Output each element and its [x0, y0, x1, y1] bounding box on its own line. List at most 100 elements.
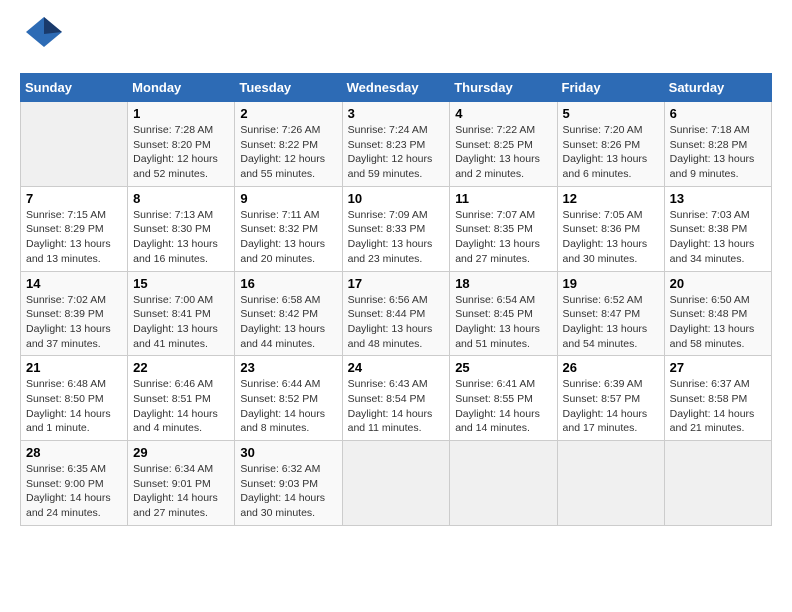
col-header-monday: Monday: [128, 74, 235, 102]
day-info: Sunrise: 7:20 AM Sunset: 8:26 PM Dayligh…: [563, 123, 659, 182]
day-info: Sunrise: 7:02 AM Sunset: 8:39 PM Dayligh…: [26, 293, 122, 352]
day-number: 4: [455, 106, 551, 121]
day-cell: 18 Sunrise: 6:54 AM Sunset: 8:45 PM Dayli…: [450, 271, 557, 356]
day-number: 19: [563, 276, 659, 291]
day-number: 21: [26, 360, 122, 375]
day-number: 18: [455, 276, 551, 291]
day-cell: 1Sunrise: 7:28 AM Sunset: 8:20 PM Daylig…: [128, 102, 235, 187]
day-cell: 5 Sunrise: 7:20 AM Sunset: 8:26 PM Daylig…: [557, 102, 664, 187]
col-header-wednesday: Wednesday: [342, 74, 450, 102]
day-info: Sunrise: 6:43 AM Sunset: 8:54 PM Dayligh…: [348, 377, 445, 436]
day-info: Sunrise: 7:05 AM Sunset: 8:36 PM Dayligh…: [563, 208, 659, 267]
day-info: Sunrise: 7:11 AM Sunset: 8:32 PM Dayligh…: [240, 208, 336, 267]
day-cell: 11 Sunrise: 7:07 AM Sunset: 8:35 PM Dayli…: [450, 186, 557, 271]
day-info: Sunrise: 6:54 AM Sunset: 8:45 PM Dayligh…: [455, 293, 551, 352]
day-number: 6: [670, 106, 766, 121]
day-number: 13: [670, 191, 766, 206]
calendar-table: SundayMondayTuesdayWednesdayThursdayFrid…: [20, 73, 772, 526]
day-cell: 21Sunrise: 6:48 AM Sunset: 8:50 PM Dayli…: [21, 356, 128, 441]
logo-icon: [24, 12, 64, 57]
day-cell: 24 Sunrise: 6:43 AM Sunset: 8:54 PM Dayli…: [342, 356, 450, 441]
day-number: 25: [455, 360, 551, 375]
day-number: 22: [133, 360, 229, 375]
logo: [20, 20, 64, 57]
day-number: 20: [670, 276, 766, 291]
day-info: Sunrise: 6:58 AM Sunset: 8:42 PM Dayligh…: [240, 293, 336, 352]
day-cell: 2 Sunrise: 7:26 AM Sunset: 8:22 PM Daylig…: [235, 102, 342, 187]
page-header: [20, 20, 772, 57]
col-header-sunday: Sunday: [21, 74, 128, 102]
day-number: 15: [133, 276, 229, 291]
day-info: Sunrise: 7:24 AM Sunset: 8:23 PM Dayligh…: [348, 123, 445, 182]
day-cell: 25 Sunrise: 6:41 AM Sunset: 8:55 PM Dayli…: [450, 356, 557, 441]
day-cell: 16 Sunrise: 6:58 AM Sunset: 8:42 PM Dayli…: [235, 271, 342, 356]
col-header-friday: Friday: [557, 74, 664, 102]
day-cell: 29 Sunrise: 6:34 AM Sunset: 9:01 PM Dayli…: [128, 441, 235, 526]
day-info: Sunrise: 7:03 AM Sunset: 8:38 PM Dayligh…: [670, 208, 766, 267]
week-row-4: 21Sunrise: 6:48 AM Sunset: 8:50 PM Dayli…: [21, 356, 772, 441]
day-number: 23: [240, 360, 336, 375]
day-info: Sunrise: 6:41 AM Sunset: 8:55 PM Dayligh…: [455, 377, 551, 436]
day-cell: [342, 441, 450, 526]
day-cell: 10Sunrise: 7:09 AM Sunset: 8:33 PM Dayli…: [342, 186, 450, 271]
week-row-5: 28 Sunrise: 6:35 AM Sunset: 9:00 PM Dayli…: [21, 441, 772, 526]
day-cell: 6 Sunrise: 7:18 AM Sunset: 8:28 PM Daylig…: [664, 102, 771, 187]
logo-text-block: [20, 20, 64, 57]
day-number: 24: [348, 360, 445, 375]
day-number: 2: [240, 106, 336, 121]
day-number: 3: [348, 106, 445, 121]
day-info: Sunrise: 7:26 AM Sunset: 8:22 PM Dayligh…: [240, 123, 336, 182]
day-info: Sunrise: 7:18 AM Sunset: 8:28 PM Dayligh…: [670, 123, 766, 182]
day-number: 17: [348, 276, 445, 291]
day-cell: 13 Sunrise: 7:03 AM Sunset: 8:38 PM Dayli…: [664, 186, 771, 271]
day-cell: 4Sunrise: 7:22 AM Sunset: 8:25 PM Daylig…: [450, 102, 557, 187]
day-cell: 3 Sunrise: 7:24 AM Sunset: 8:23 PM Daylig…: [342, 102, 450, 187]
day-info: Sunrise: 6:46 AM Sunset: 8:51 PM Dayligh…: [133, 377, 229, 436]
day-number: 29: [133, 445, 229, 460]
day-cell: 28 Sunrise: 6:35 AM Sunset: 9:00 PM Dayli…: [21, 441, 128, 526]
day-cell: 30Sunrise: 6:32 AM Sunset: 9:03 PM Dayli…: [235, 441, 342, 526]
day-number: 5: [563, 106, 659, 121]
day-info: Sunrise: 6:52 AM Sunset: 8:47 PM Dayligh…: [563, 293, 659, 352]
day-info: Sunrise: 6:56 AM Sunset: 8:44 PM Dayligh…: [348, 293, 445, 352]
day-info: Sunrise: 7:00 AM Sunset: 8:41 PM Dayligh…: [133, 293, 229, 352]
day-number: 14: [26, 276, 122, 291]
day-cell: 9 Sunrise: 7:11 AM Sunset: 8:32 PM Daylig…: [235, 186, 342, 271]
day-cell: 7Sunrise: 7:15 AM Sunset: 8:29 PM Daylig…: [21, 186, 128, 271]
day-cell: [450, 441, 557, 526]
day-cell: 22 Sunrise: 6:46 AM Sunset: 8:51 PM Dayli…: [128, 356, 235, 441]
week-row-2: 7Sunrise: 7:15 AM Sunset: 8:29 PM Daylig…: [21, 186, 772, 271]
day-number: 7: [26, 191, 122, 206]
week-row-1: 1Sunrise: 7:28 AM Sunset: 8:20 PM Daylig…: [21, 102, 772, 187]
day-info: Sunrise: 7:09 AM Sunset: 8:33 PM Dayligh…: [348, 208, 445, 267]
day-info: Sunrise: 7:13 AM Sunset: 8:30 PM Dayligh…: [133, 208, 229, 267]
day-cell: [664, 441, 771, 526]
day-number: 9: [240, 191, 336, 206]
day-info: Sunrise: 7:28 AM Sunset: 8:20 PM Dayligh…: [133, 123, 229, 182]
col-header-thursday: Thursday: [450, 74, 557, 102]
week-row-3: 14 Sunrise: 7:02 AM Sunset: 8:39 PM Dayli…: [21, 271, 772, 356]
day-cell: 20Sunrise: 6:50 AM Sunset: 8:48 PM Dayli…: [664, 271, 771, 356]
day-cell: 23 Sunrise: 6:44 AM Sunset: 8:52 PM Dayli…: [235, 356, 342, 441]
calendar-header-row: SundayMondayTuesdayWednesdayThursdayFrid…: [21, 74, 772, 102]
day-info: Sunrise: 7:07 AM Sunset: 8:35 PM Dayligh…: [455, 208, 551, 267]
day-cell: 26 Sunrise: 6:39 AM Sunset: 8:57 PM Dayli…: [557, 356, 664, 441]
day-cell: 27Sunrise: 6:37 AM Sunset: 8:58 PM Dayli…: [664, 356, 771, 441]
day-number: 26: [563, 360, 659, 375]
day-number: 16: [240, 276, 336, 291]
day-number: 27: [670, 360, 766, 375]
day-info: Sunrise: 6:35 AM Sunset: 9:00 PM Dayligh…: [26, 462, 122, 521]
day-info: Sunrise: 6:34 AM Sunset: 9:01 PM Dayligh…: [133, 462, 229, 521]
day-number: 11: [455, 191, 551, 206]
day-number: 8: [133, 191, 229, 206]
col-header-tuesday: Tuesday: [235, 74, 342, 102]
day-cell: 14 Sunrise: 7:02 AM Sunset: 8:39 PM Dayli…: [21, 271, 128, 356]
day-cell: 19 Sunrise: 6:52 AM Sunset: 8:47 PM Dayli…: [557, 271, 664, 356]
day-cell: 12Sunrise: 7:05 AM Sunset: 8:36 PM Dayli…: [557, 186, 664, 271]
day-number: 28: [26, 445, 122, 460]
day-number: 30: [240, 445, 336, 460]
day-cell: [21, 102, 128, 187]
day-info: Sunrise: 6:44 AM Sunset: 8:52 PM Dayligh…: [240, 377, 336, 436]
day-cell: [557, 441, 664, 526]
day-info: Sunrise: 6:39 AM Sunset: 8:57 PM Dayligh…: [563, 377, 659, 436]
